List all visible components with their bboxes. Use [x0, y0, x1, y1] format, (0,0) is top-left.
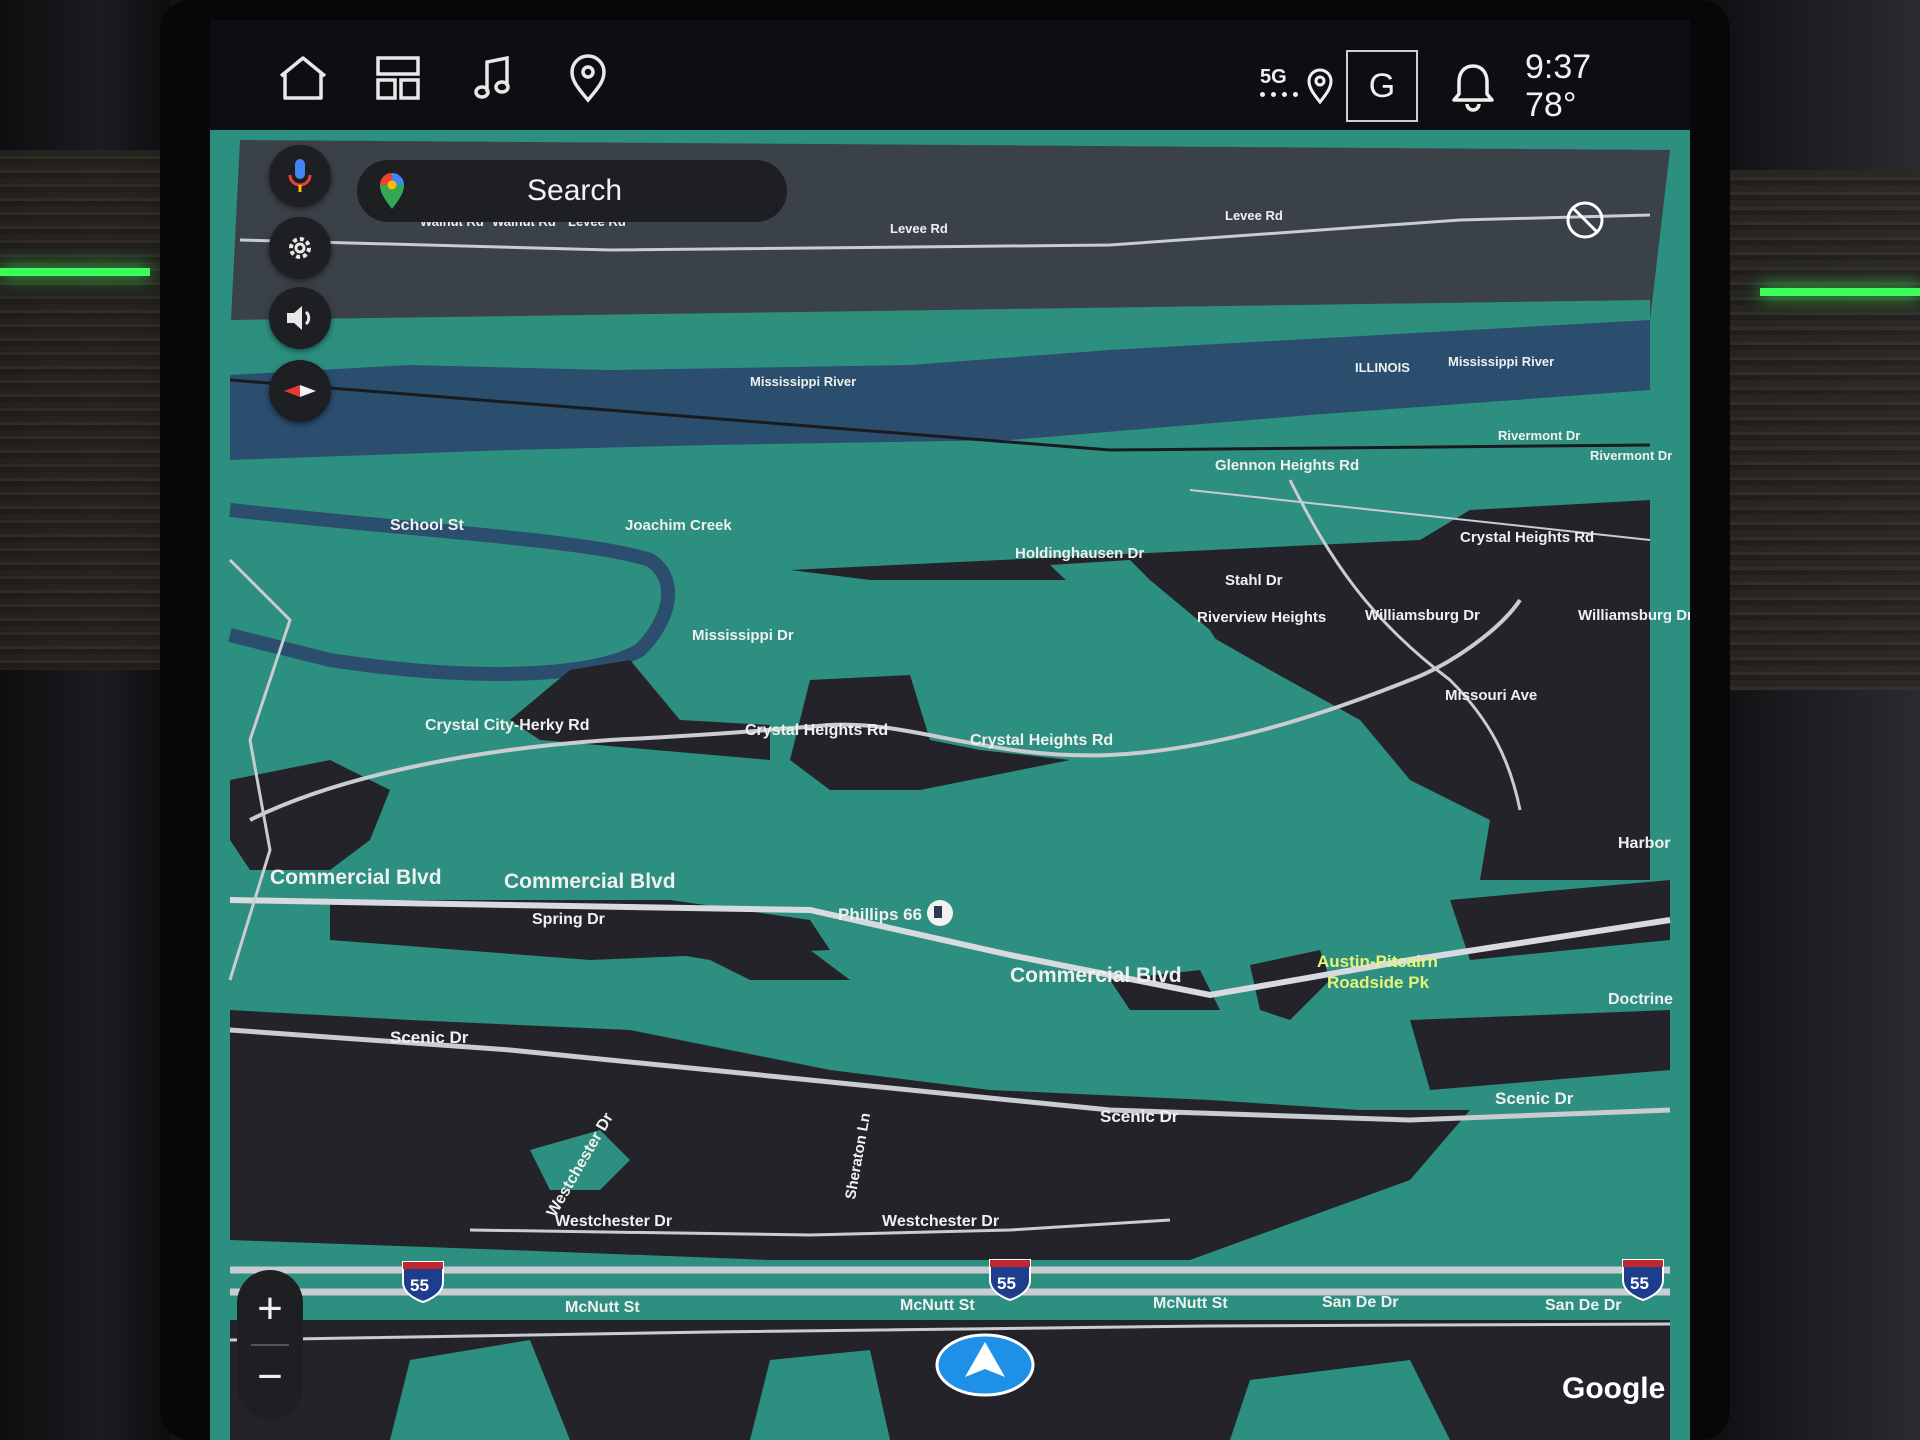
zoom-in-button[interactable]: + — [237, 1284, 303, 1334]
label-spring-dr: Spring Dr — [532, 911, 605, 928]
gear-icon — [289, 237, 311, 259]
gas-station-pin-icon[interactable] — [927, 900, 953, 926]
sound-button[interactable] — [269, 287, 331, 349]
label-scenic-dr-2: Scenic Dr — [1100, 1107, 1179, 1126]
compass-icon — [284, 385, 316, 397]
label-scenic-dr-3: Scenic Dr — [1495, 1089, 1574, 1108]
notification-bell-icon[interactable] — [1450, 60, 1496, 117]
label-mcnutt-st-1: McNutt St — [565, 1299, 640, 1316]
microphone-icon — [288, 159, 312, 192]
signal-bars-icon — [1260, 92, 1298, 103]
label-levee-rd-3: Levee Rd — [1225, 208, 1283, 223]
label-scenic-dr-1: Scenic Dr — [390, 1028, 469, 1047]
label-missouri-ave: Missouri Ave — [1445, 687, 1537, 704]
label-roadside-pk: Roadside Pk — [1327, 973, 1430, 992]
current-location-arrow-icon — [935, 1333, 1035, 1397]
ambient-light-left — [0, 268, 150, 276]
navigation-map[interactable]: Walnut Rd Walnut Rd Levee Rd Levee Rd Le… — [210, 130, 1690, 1440]
google-attribution: Google — [1562, 1372, 1666, 1405]
infotainment-screen: 5G G 9:37 78° Levee Rd Levee Rd Mississi… — [210, 20, 1690, 1440]
label-holdinghausen-dr: Holdinghausen Dr — [1015, 545, 1144, 562]
music-note-icon[interactable] — [465, 50, 521, 106]
label-san-de-dr-2: San De Dr — [1545, 1297, 1621, 1314]
label-mcnutt-st-3: McNutt St — [1153, 1295, 1228, 1312]
green-patch-south-3 — [750, 1350, 890, 1440]
label-levee-rd-2: Levee Rd — [890, 221, 948, 236]
label-joachim-creek: Joachim Creek — [625, 517, 732, 534]
shield-label-1: 55 — [410, 1276, 429, 1295]
search-bar[interactable]: Search — [357, 160, 787, 222]
map-pin-icon[interactable] — [560, 50, 616, 106]
label-san-de-dr-1: San De Dr — [1322, 1294, 1398, 1311]
clock: 9:37 — [1525, 48, 1592, 86]
label-westchester-dr-2: Westchester Dr — [555, 1213, 672, 1230]
location-icon — [1305, 66, 1335, 109]
label-doctrine: Doctrine — [1608, 991, 1673, 1008]
zoom-out-button[interactable]: − — [237, 1352, 303, 1402]
label-riverview-heights: Riverview Heights — [1197, 609, 1326, 626]
apps-grid-icon[interactable] — [370, 50, 426, 106]
label-austin-pitcairn: Austin-Pitcairn — [1317, 952, 1438, 971]
shield-label-3: 55 — [1630, 1274, 1649, 1293]
zoom-divider — [251, 1344, 289, 1346]
label-crystal-heights-rd-2: Crystal Heights Rd — [745, 722, 888, 739]
label-rivermont-dr-1: Rivermont Dr — [1498, 428, 1580, 443]
compass-button[interactable] — [269, 360, 331, 422]
wood-trim-right — [1720, 170, 1920, 690]
speaker-icon — [287, 306, 311, 330]
label-school-st: School St — [390, 517, 464, 534]
label-williamsburg-dr-1: Williamsburg Dr — [1365, 607, 1480, 624]
label-illinois: ILLINOIS — [1355, 360, 1410, 375]
outside-temperature: 78° — [1525, 86, 1577, 124]
zoom-controls: + − — [237, 1270, 303, 1420]
top-status-bar: 5G G 9:37 78° — [210, 20, 1690, 135]
network-indicator: 5G — [1260, 66, 1287, 88]
search-label: Search — [527, 174, 623, 207]
label-glennon-heights-rd: Glennon Heights Rd — [1215, 457, 1359, 474]
label-crystal-heights-rd-1: Crystal Heights Rd — [1460, 529, 1594, 546]
google-maps-pin-icon — [380, 173, 404, 209]
label-harbor: Harbor — [1618, 835, 1670, 852]
label-commercial-blvd-1: Commercial Blvd — [270, 866, 442, 889]
settings-button[interactable] — [269, 217, 331, 279]
label-phillips-66: Phillips 66 — [838, 905, 922, 924]
label-mississippi-river-1: Mississippi River — [750, 374, 856, 389]
label-westchester-dr-3: Westchester Dr — [882, 1213, 999, 1230]
profile-button[interactable]: G — [1346, 50, 1418, 122]
ambient-light-right — [1760, 288, 1920, 296]
label-mississippi-river-2: Mississippi River — [1448, 354, 1554, 369]
label-crystal-heights-rd-3: Crystal Heights Rd — [970, 732, 1113, 749]
label-mississippi-dr: Mississippi Dr — [692, 627, 794, 644]
wood-trim-left — [0, 150, 160, 670]
map-canvas[interactable]: Walnut Rd Walnut Rd Levee Rd Levee Rd Le… — [210, 130, 1690, 1440]
label-williamsburg-dr-2: Williamsburg Dr — [1578, 607, 1690, 624]
label-stahl-dr: Stahl Dr — [1225, 572, 1283, 589]
label-rivermont-dr-2: Rivermont Dr — [1590, 448, 1672, 463]
label-mcnutt-st-2: McNutt St — [900, 1297, 975, 1314]
home-icon[interactable] — [275, 50, 331, 106]
label-commercial-blvd-2: Commercial Blvd — [504, 870, 676, 893]
shield-label-2: 55 — [997, 1274, 1016, 1293]
voice-search-button[interactable] — [269, 145, 331, 207]
label-commercial-blvd-3: Commercial Blvd — [1010, 964, 1182, 987]
label-crystal-city-herky-rd: Crystal City-Herky Rd — [425, 717, 590, 734]
